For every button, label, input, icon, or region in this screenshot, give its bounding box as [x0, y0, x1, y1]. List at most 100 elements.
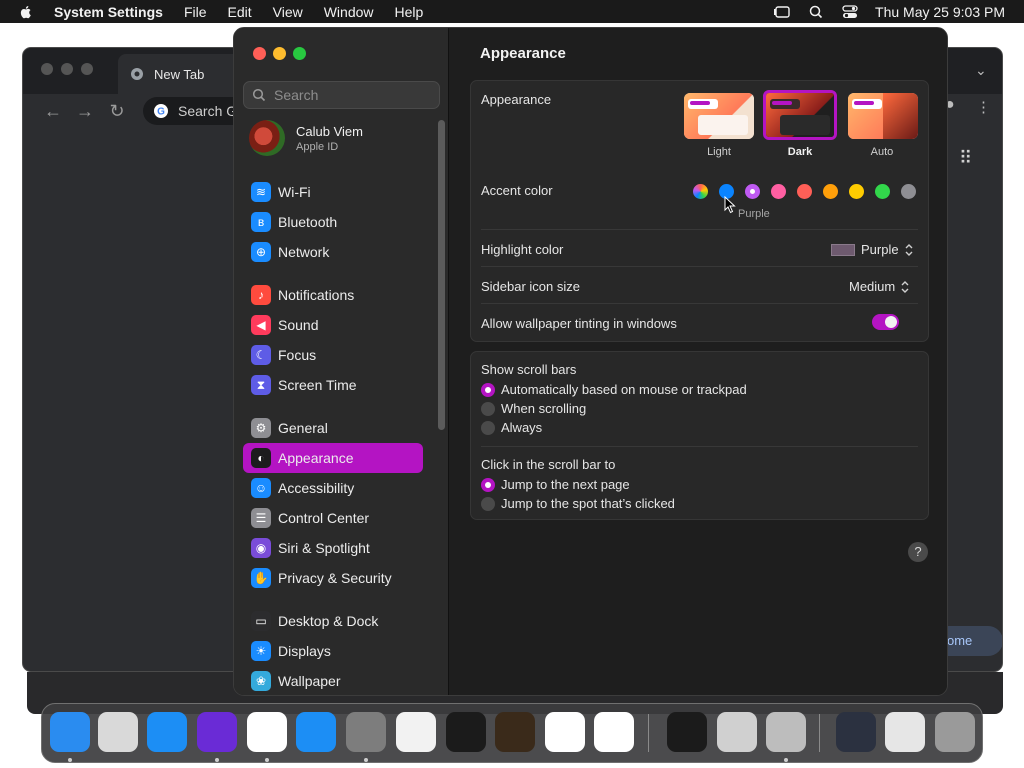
divider [481, 229, 918, 230]
app-store-icon[interactable] [296, 712, 336, 752]
garageband-icon[interactable] [495, 712, 535, 752]
auto-mode-thumbnail[interactable] [848, 93, 918, 139]
applications-folder-icon[interactable] [836, 712, 876, 752]
accessibility-icon: ☺ [251, 478, 271, 498]
migration-icon[interactable] [766, 712, 806, 752]
menu-edit[interactable]: Edit [228, 4, 252, 20]
sidebar-item-displays[interactable]: ☀ Displays [243, 636, 423, 666]
dark-mode-thumbnail[interactable] [763, 90, 837, 140]
trash-icon[interactable] [935, 712, 975, 752]
show-scroll-bars-radio-1[interactable]: When scrolling [481, 401, 586, 416]
chrome-minimize-button[interactable] [61, 63, 73, 75]
textedit-icon[interactable] [396, 712, 436, 752]
wifi-icon: ≋ [251, 182, 271, 202]
accent-swatch-orange[interactable] [823, 184, 838, 199]
forward-arrow-icon[interactable]: → [69, 101, 101, 122]
sidebar-item-label: Wi-Fi [278, 184, 311, 200]
sidebar-item-bluetooth[interactable]: ʙ Bluetooth [243, 207, 423, 237]
accent-swatch-green[interactable] [875, 184, 890, 199]
globe-icon: ⊕ [251, 242, 271, 262]
radio-button[interactable] [481, 477, 495, 492]
accent-swatch-red[interactable] [797, 184, 812, 199]
apple-menu-icon[interactable] [18, 4, 34, 20]
visual-studio-icon[interactable] [594, 712, 634, 752]
finder-icon[interactable] [50, 712, 90, 752]
stage-manager-icon[interactable] [773, 5, 791, 19]
appearance-pane: Appearance Appearance Light Dark Auto Ac… [450, 28, 947, 695]
accent-swatch-pink[interactable] [771, 184, 786, 199]
sidebar-item-notifications[interactable]: ♪ Notifications [243, 280, 423, 310]
light-mode-thumbnail[interactable] [684, 93, 754, 139]
close-button[interactable] [253, 47, 266, 60]
sidebar-icon-size-popup[interactable]: Medium [849, 279, 909, 294]
spotlight-search-icon[interactable] [807, 5, 825, 19]
firefox-icon[interactable] [197, 712, 237, 752]
dock [41, 703, 983, 763]
system-settings-icon[interactable] [346, 712, 386, 752]
accent-swatch-purple[interactable] [745, 184, 760, 199]
sidebar-item-privacy-security[interactable]: ✋ Privacy & Security [243, 563, 423, 593]
downloads-folder-icon[interactable] [885, 712, 925, 752]
radio-button[interactable] [481, 496, 495, 511]
click-scroll-bar-radio-0[interactable]: Jump to the next page [481, 477, 630, 492]
menubar-app-name[interactable]: System Settings [54, 4, 163, 20]
sidebar-item-network[interactable]: ⊕ Network [243, 237, 423, 267]
more-menu-icon[interactable]: ⋮ [976, 98, 991, 116]
minimize-button[interactable] [273, 47, 286, 60]
menu-view[interactable]: View [273, 4, 303, 20]
chrome-icon[interactable] [247, 712, 287, 752]
show-scroll-bars-radio-2[interactable]: Always [481, 420, 542, 435]
sidebar-item-general[interactable]: ⚙ General [243, 413, 423, 443]
sidebar-item-siri-spotlight[interactable]: ◉ Siri & Spotlight [243, 533, 423, 563]
activity-monitor-icon[interactable] [667, 712, 707, 752]
launchpad-icon[interactable] [98, 712, 138, 752]
chevron-down-icon[interactable]: ⌄ [975, 62, 987, 79]
menu-window[interactable]: Window [324, 4, 374, 20]
appearance-label: Appearance [481, 92, 552, 107]
apple-id-profile[interactable]: Calub Viem Apple ID [249, 120, 363, 156]
apps-grid-icon[interactable]: ⠿ [959, 148, 972, 169]
sidebar-item-appearance[interactable]: ◐ Appearance [243, 443, 423, 473]
show-scroll-bars-radio-0[interactable]: Automatically based on mouse or trackpad [481, 382, 747, 397]
sidebar-scrollbar[interactable] [438, 120, 445, 430]
menu-file[interactable]: File [184, 4, 207, 20]
bluetooth-icon: ʙ [251, 212, 271, 232]
accent-swatch-graphite[interactable] [901, 184, 916, 199]
help-button[interactable]: ? [908, 542, 928, 562]
search-icon [252, 88, 266, 102]
sidebar-item-sound[interactable]: ◀ Sound [243, 310, 423, 340]
running-indicator [784, 758, 788, 762]
back-arrow-icon[interactable]: ← [37, 101, 69, 122]
sidebar-search-input[interactable]: Search [243, 81, 440, 109]
sidebar-item-screen-time[interactable]: ⧗ Screen Time [243, 370, 423, 400]
radio-button[interactable] [481, 401, 495, 416]
highlight-color-label: Highlight color [481, 242, 564, 257]
safari-icon[interactable] [147, 712, 187, 752]
reload-icon[interactable]: ↻ [101, 101, 133, 122]
sidebar-item-focus[interactable]: ☾ Focus [243, 340, 423, 370]
chrome-close-button[interactable] [41, 63, 53, 75]
sidebar-item-label: Bluetooth [278, 214, 338, 230]
menubar-clock[interactable]: Thu May 25 9:03 PM [875, 4, 1005, 20]
chrome-zoom-button[interactable] [81, 63, 93, 75]
radio-button[interactable] [481, 382, 495, 397]
scroll-bar-card: Show scroll bars Automatically based on … [470, 351, 929, 520]
radio-button[interactable] [481, 420, 495, 435]
sidebar-item-desktop-dock[interactable]: ▭ Desktop & Dock [243, 606, 423, 636]
sidebar-item-control-center[interactable]: ☰ Control Center [243, 503, 423, 533]
appearance-card: Appearance Light Dark Auto Accent color … [470, 80, 929, 342]
chess-icon[interactable] [717, 712, 757, 752]
vscode-icon[interactable] [545, 712, 585, 752]
menu-help[interactable]: Help [395, 4, 424, 20]
highlight-color-popup[interactable]: Purple [831, 242, 913, 257]
terminal-icon[interactable] [446, 712, 486, 752]
accent-swatch-yellow[interactable] [849, 184, 864, 199]
sidebar-item-wallpaper[interactable]: ❀ Wallpaper [243, 666, 423, 695]
zoom-button[interactable] [293, 47, 306, 60]
sidebar-item-accessibility[interactable]: ☺ Accessibility [243, 473, 423, 503]
control-center-icon[interactable] [841, 4, 859, 19]
click-scroll-bar-radio-1[interactable]: Jump to the spot that’s clicked [481, 496, 675, 511]
sidebar-item-wi-fi[interactable]: ≋ Wi-Fi [243, 177, 423, 207]
wallpaper-tinting-toggle[interactable] [872, 314, 899, 330]
accent-swatch-multicolor[interactable] [693, 184, 708, 199]
